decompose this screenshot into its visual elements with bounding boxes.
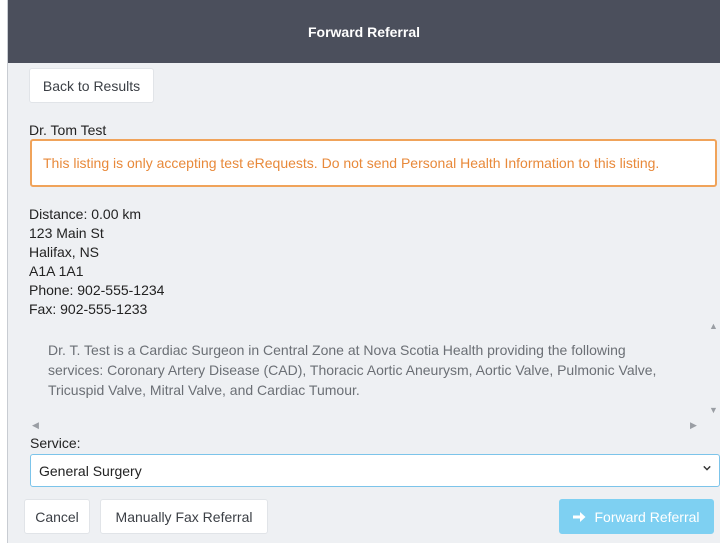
distance-text: Distance: 0.00 km	[29, 206, 142, 222]
street-text: 123 Main St	[29, 225, 104, 241]
service-selected-value: General Surgery	[39, 462, 142, 479]
horizontal-scrollbar[interactable]: ◀ ▶	[30, 418, 706, 432]
vertical-scrollbar[interactable]: ▲ ▼	[706, 317, 720, 417]
forward-referral-button[interactable]: Forward Referral	[559, 499, 714, 534]
manually-fax-referral-button[interactable]: Manually Fax Referral	[100, 499, 268, 534]
forward-referral-label: Forward Referral	[594, 508, 700, 525]
scroll-down-arrow-icon[interactable]: ▼	[709, 405, 718, 415]
test-listing-alert: This listing is only accepting test eReq…	[30, 139, 717, 187]
scroll-up-arrow-icon[interactable]: ▲	[709, 321, 718, 331]
modal-title: Forward Referral	[307, 23, 421, 40]
forward-referral-modal: Forward Referral Back to Results Dr. Tom…	[7, 0, 720, 543]
phone-text: Phone: 902-555-1234	[29, 282, 165, 298]
city-text: Halifax, NS	[29, 244, 100, 260]
postal-code-text: A1A 1A1	[29, 263, 84, 279]
provider-address: Distance: 0.00 km 123 Main St Halifax, N…	[29, 205, 164, 319]
provider-description: Dr. T. Test is a Cardiac Surgeon in Cent…	[48, 342, 657, 398]
back-to-results-button[interactable]: Back to Results	[29, 68, 154, 103]
description-scroll-area[interactable]: Dr. T. Test is a Cardiac Surgeon in Cent…	[30, 317, 720, 432]
service-select[interactable]: General Surgery	[30, 454, 720, 487]
modal-header: Forward Referral	[8, 0, 720, 63]
scroll-right-arrow-icon[interactable]: ▶	[690, 420, 697, 431]
scroll-left-arrow-icon[interactable]: ◀	[32, 420, 39, 431]
service-label: Service:	[30, 435, 81, 451]
provider-name: Dr. Tom Test	[29, 122, 107, 138]
chevron-down-icon	[703, 465, 711, 471]
cancel-button[interactable]: Cancel	[24, 499, 90, 534]
alert-text: This listing is only accepting test eReq…	[43, 155, 660, 171]
arrow-right-icon	[573, 511, 586, 523]
